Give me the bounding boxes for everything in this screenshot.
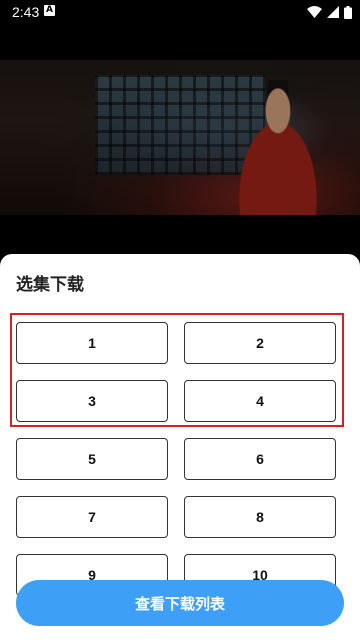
episode-button-7[interactable]: 7 — [16, 496, 168, 538]
dim-overlay[interactable] — [0, 24, 360, 264]
episode-button-1[interactable]: 1 — [16, 322, 168, 364]
episode-download-sheet: 选集下载 1 2 3 4 5 6 7 8 9 10 查看下载列表 — [0, 254, 360, 640]
sheet-title: 选集下载 — [16, 275, 84, 295]
wifi-icon — [307, 6, 322, 18]
episode-button-6[interactable]: 6 — [184, 438, 336, 480]
episode-button-8[interactable]: 8 — [184, 496, 336, 538]
view-download-list-button[interactable]: 查看下载列表 — [16, 580, 344, 626]
status-bar: 2:43 A — [0, 0, 360, 24]
episode-button-3[interactable]: 3 — [16, 380, 168, 422]
battery-icon — [344, 5, 352, 19]
status-time: 2:43 — [12, 4, 40, 20]
episode-button-5[interactable]: 5 — [16, 438, 168, 480]
episode-button-4[interactable]: 4 — [184, 380, 336, 422]
notification-icon: A — [44, 5, 55, 16]
episode-button-2[interactable]: 2 — [184, 322, 336, 364]
signal-icon — [327, 6, 339, 18]
status-icons — [307, 5, 352, 19]
